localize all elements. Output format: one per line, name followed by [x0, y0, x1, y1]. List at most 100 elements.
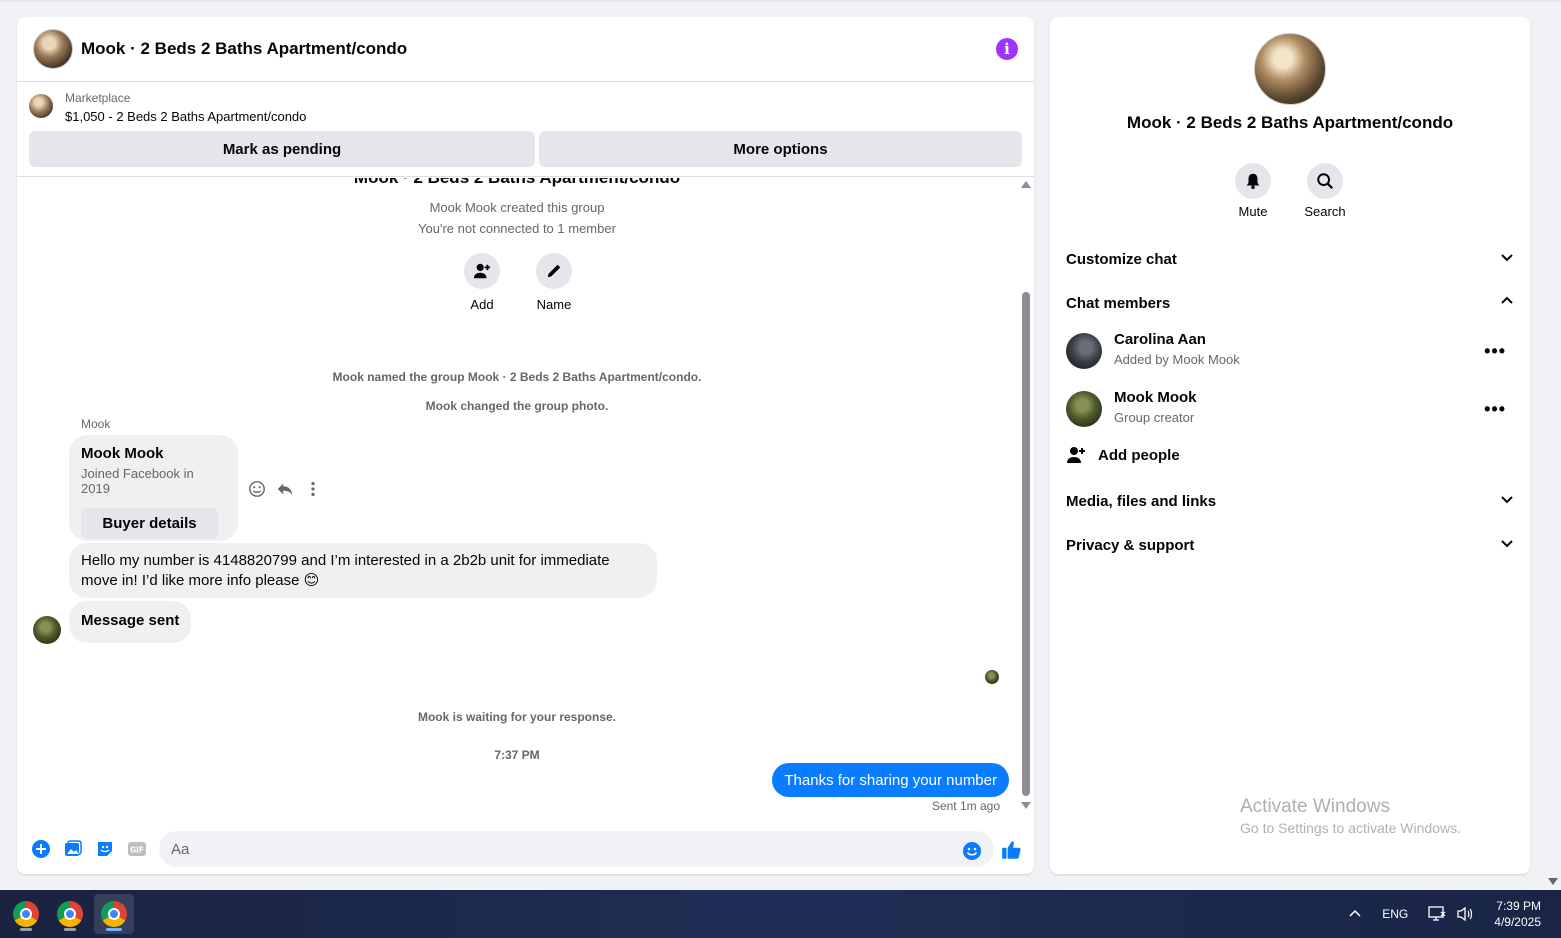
chat-title[interactable]: Mook · 2 Beds 2 Baths Apartment/condo: [81, 39, 996, 59]
chevron-up-icon[interactable]: [1348, 907, 1362, 921]
clock-time: 7:39 PM: [1496, 899, 1541, 913]
media-files-section[interactable]: Media, files and links: [1066, 489, 1514, 513]
language-indicator[interactable]: ENG: [1382, 907, 1408, 921]
named-event: Mook named the group Mook · 2 Beds 2 Bat…: [332, 370, 702, 384]
clock[interactable]: 7:39 PM 4/9/2025: [1494, 898, 1541, 930]
add-person-icon: [1066, 445, 1086, 465]
chevron-down-icon[interactable]: [1500, 250, 1514, 268]
system-tray: ENG 7:39 PM 4/9/2025: [1338, 890, 1561, 938]
mute-action[interactable]: Mute: [1223, 163, 1283, 219]
message-tools: [248, 480, 322, 503]
mark-as-pending-button[interactable]: Mark as pending: [29, 131, 535, 167]
search-label: Search: [1304, 204, 1346, 219]
member-name[interactable]: Carolina Aan: [1114, 331, 1206, 348]
taskbar-indicator: [106, 928, 122, 931]
media-files-label: Media, files and links: [1066, 492, 1217, 510]
buyer-details-button[interactable]: Buyer details: [81, 508, 218, 539]
chevron-up-icon[interactable]: [1500, 294, 1514, 312]
listing-actions: Mark as pending More options: [29, 131, 1022, 167]
search-icon[interactable]: [1307, 163, 1343, 199]
listing-thumbnail[interactable]: [29, 94, 53, 118]
chrome-icon: [57, 901, 83, 927]
chevron-down-icon[interactable]: [1500, 536, 1514, 554]
name-label: Name: [536, 297, 572, 312]
message-composer: GIF: [17, 824, 1034, 874]
privacy-support-section[interactable]: Privacy & support: [1066, 533, 1514, 557]
plus-circle-icon[interactable]: [31, 839, 51, 859]
info-icon[interactable]: i: [996, 38, 1018, 60]
add-label: Add: [470, 297, 494, 312]
add-person-icon[interactable]: [464, 253, 500, 289]
photo-icon[interactable]: [63, 839, 83, 859]
sent-status: Sent 1m ago: [931, 799, 1000, 813]
thread-timestamp: 7:37 PM: [494, 748, 540, 762]
thread-scrollbar[interactable]: [1019, 178, 1033, 824]
member-role: Group creator: [1114, 410, 1195, 425]
taskbar-chrome-1[interactable]: [6, 894, 46, 934]
name-group-action[interactable]: Name: [524, 253, 584, 312]
buyer-name: Mook Mook: [81, 445, 164, 462]
taskbar: ENG 7:39 PM 4/9/2025: [0, 890, 1561, 938]
member-avatar[interactable]: [1066, 333, 1102, 369]
search-action[interactable]: Search: [1295, 163, 1355, 219]
gif-icon[interactable]: GIF: [127, 839, 147, 859]
top-border: [0, 0, 1561, 2]
bell-icon[interactable]: [1235, 163, 1271, 199]
outgoing-message[interactable]: Thanks for sharing your number: [772, 763, 1009, 797]
buyer-card: Mook Mook Joined Facebook in 2019 Buyer …: [69, 435, 238, 541]
listing-price[interactable]: $1,050 - 2 Beds 2 Baths Apartment/condo: [65, 109, 306, 124]
more-horizontal-icon[interactable]: •••: [1484, 341, 1506, 362]
incoming-message-status[interactable]: Message sent: [69, 601, 192, 643]
sender-label: Mook: [81, 417, 111, 431]
svg-text:GIF: GIF: [130, 846, 144, 855]
add-member-action[interactable]: Add: [452, 253, 512, 312]
volume-icon[interactable]: [1456, 906, 1474, 922]
group-avatar[interactable]: [33, 29, 73, 69]
chat-members-section[interactable]: Chat members: [1066, 291, 1514, 315]
member-row[interactable]: Mook Mook Group creator •••: [1066, 389, 1514, 429]
clock-date: 4/9/2025: [1494, 915, 1541, 929]
thumbs-up-icon[interactable]: [1001, 839, 1023, 866]
sender-avatar[interactable]: [33, 616, 61, 644]
message-thread: Mook · 2 Beds 2 Baths Apartment/condo Mo…: [17, 178, 1017, 824]
waiting-line: Mook is waiting for your response.: [417, 710, 617, 724]
member-avatar[interactable]: [1066, 391, 1102, 427]
add-people-label: Add people: [1098, 446, 1180, 464]
scroll-down-arrow[interactable]: [1021, 802, 1031, 809]
taskbar-indicator: [64, 928, 76, 931]
more-vertical-icon[interactable]: [304, 480, 322, 503]
sticker-icon[interactable]: [95, 839, 115, 859]
thread-group-name: Mook · 2 Beds 2 Baths Apartment/condo: [17, 178, 1017, 188]
more-options-button[interactable]: More options: [539, 131, 1022, 167]
mute-label: Mute: [1238, 204, 1268, 219]
info-title: Mook · 2 Beds 2 Baths Apartment/condo: [1126, 113, 1454, 132]
listing-source: Marketplace: [65, 91, 131, 105]
created-line: Mook Mook created this group: [429, 200, 605, 215]
taskbar-chrome-2[interactable]: [50, 894, 90, 934]
taskbar-indicator: [20, 928, 32, 931]
member-name[interactable]: Mook Mook: [1114, 389, 1197, 406]
privacy-support-label: Privacy & support: [1066, 536, 1195, 554]
message-input[interactable]: [159, 831, 994, 867]
network-icon[interactable]: [1428, 906, 1446, 922]
pencil-icon[interactable]: [536, 253, 572, 289]
chevron-down-icon[interactable]: [1500, 492, 1514, 510]
seen-indicator-avatar: [985, 670, 999, 684]
group-photo[interactable]: [1254, 33, 1326, 105]
member-row[interactable]: Carolina Aan Added by Mook Mook •••: [1066, 331, 1514, 371]
chat-members-label: Chat members: [1066, 294, 1171, 312]
photo-event: Mook changed the group photo.: [425, 399, 609, 413]
react-icon[interactable]: [248, 480, 266, 503]
reply-icon[interactable]: [276, 480, 294, 503]
emoji-icon[interactable]: [962, 841, 982, 866]
scroll-thumb[interactable]: [1022, 292, 1030, 796]
scroll-up-arrow[interactable]: [1021, 181, 1031, 188]
page-scroll-down-arrow[interactable]: [1548, 878, 1558, 885]
taskbar-chrome-3[interactable]: [94, 894, 134, 934]
conversation-info-panel: Mook · 2 Beds 2 Baths Apartment/condo Mu…: [1050, 17, 1530, 874]
more-horizontal-icon[interactable]: •••: [1484, 399, 1506, 420]
incoming-message[interactable]: Hello my number is 4148820799 and I’m in…: [69, 543, 657, 598]
customize-chat-section[interactable]: Customize chat: [1066, 247, 1514, 271]
connection-line: You're not connected to 1 member: [418, 221, 616, 236]
add-people-button[interactable]: Add people: [1066, 445, 1180, 465]
